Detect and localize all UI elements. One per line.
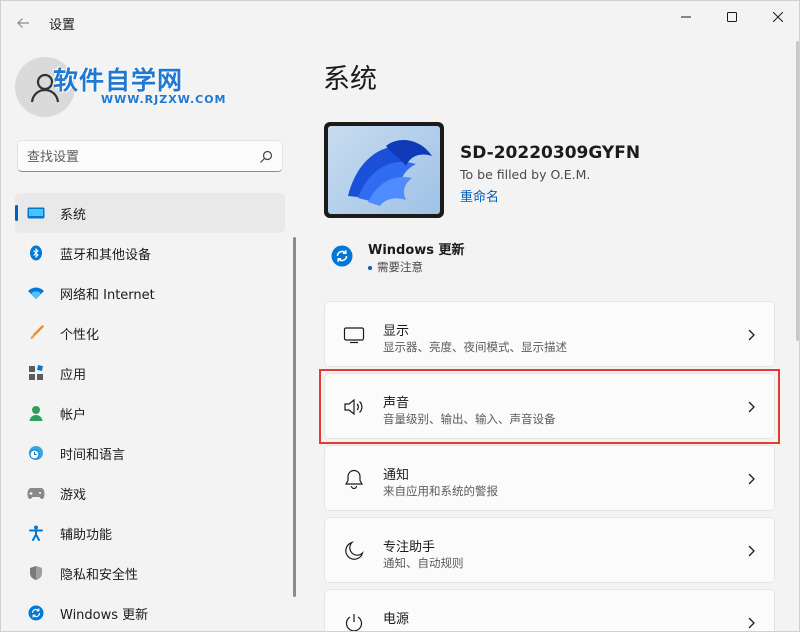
card-description: 通知、自动规则 [383, 556, 464, 570]
person-icon [27, 405, 45, 421]
card-description: 音量级别、输出、输入、声音设备 [383, 412, 556, 426]
window-title: 设置 [49, 18, 76, 33]
card-description: 来自应用和系统的警报 [383, 484, 498, 498]
clock-globe-icon [27, 445, 45, 461]
sidebar-item-label: 蓝牙和其他设备 [60, 247, 152, 263]
sidebar-item-label: 游戏 [60, 487, 87, 503]
moon-icon [345, 541, 364, 560]
card-title: 显示 [383, 324, 410, 339]
gamepad-icon [27, 485, 45, 501]
rename-link[interactable]: 重命名 [460, 186, 499, 205]
search-input[interactable] [27, 147, 247, 167]
sidebar-item-label: 时间和语言 [60, 447, 126, 463]
update-status: 需要注意 [368, 259, 423, 275]
sidebar-item-label: Windows 更新 [60, 607, 149, 623]
wifi-icon [27, 285, 45, 301]
device-thumbnail [324, 122, 444, 218]
watermark-logo-url: WWW.RJZXW.COM [101, 93, 227, 106]
sidebar-item-accessibility[interactable]: 辅助功能 [15, 513, 285, 553]
chevron-right-icon [748, 545, 755, 557]
monitor-icon [27, 205, 45, 221]
device-name: SD-20220309GYFN [460, 143, 641, 163]
card-notifications[interactable]: 通知 来自应用和系统的警报 [324, 445, 775, 511]
sidebar-nav: 系统 蓝牙和其他设备 网络和 Internet 个性化 应用 帐户 时间和语言 … [15, 193, 285, 631]
shield-icon [27, 565, 45, 581]
minimize-button[interactable] [663, 1, 709, 33]
brush-icon [27, 325, 45, 341]
card-power[interactable]: 电源 [324, 589, 775, 631]
card-focus-assist[interactable]: 专注助手 通知、自动规则 [324, 517, 775, 583]
card-title: 专注助手 [383, 540, 436, 555]
card-sound[interactable]: 声音 音量级别、输出、输入、声音设备 [324, 373, 775, 439]
close-button[interactable] [755, 1, 799, 33]
apps-icon [27, 365, 45, 381]
card-title: 声音 [383, 396, 410, 411]
update-icon [27, 605, 45, 621]
windows-update-status[interactable]: Windows 更新 需要注意 [331, 237, 631, 277]
wallpaper-image [328, 126, 440, 214]
sidebar-item-apps[interactable]: 应用 [15, 353, 285, 393]
sidebar-item-label: 隐私和安全性 [60, 567, 139, 583]
sidebar-item-network[interactable]: 网络和 Internet [15, 273, 285, 313]
sidebar-item-label: 应用 [60, 367, 87, 383]
watermark-logo-text: 软件自学网 [53, 66, 184, 95]
sidebar-item-label: 帐户 [60, 407, 87, 423]
sidebar-item-time-language[interactable]: 时间和语言 [15, 433, 285, 473]
page-title: 系统 [323, 64, 377, 95]
card-title: 电源 [383, 612, 410, 627]
sidebar-scrollbar[interactable] [293, 237, 296, 597]
device-model: To be filled by O.E.M. [460, 167, 591, 182]
sidebar-item-label: 系统 [60, 207, 87, 223]
minimize-icon [681, 16, 691, 18]
title-bar: 设置 [1, 1, 799, 41]
sidebar-item-personalization[interactable]: 个性化 [15, 313, 285, 353]
chevron-right-icon [748, 329, 755, 341]
card-display[interactable]: 显示 显示器、亮度、夜间模式、显示描述 [324, 301, 775, 367]
sidebar-item-privacy[interactable]: 隐私和安全性 [15, 553, 285, 593]
sidebar-item-bluetooth[interactable]: 蓝牙和其他设备 [15, 233, 285, 273]
search-box[interactable] [17, 140, 283, 172]
chevron-right-icon [748, 473, 755, 485]
display-icon [343, 327, 365, 344]
power-icon [345, 614, 363, 631]
search-icon[interactable] [258, 149, 274, 165]
card-title: 通知 [383, 468, 410, 483]
chevron-right-icon [748, 617, 755, 629]
bell-icon [344, 469, 364, 490]
sidebar-item-label: 网络和 Internet [60, 287, 155, 303]
maximize-button[interactable] [709, 1, 755, 33]
sidebar-item-label: 个性化 [60, 327, 100, 343]
back-button[interactable] [11, 11, 35, 35]
sidebar-item-accounts[interactable]: 帐户 [15, 393, 285, 433]
arrow-left-icon [17, 18, 29, 28]
account-area[interactable]: 软件自学网 WWW.RJZXW.COM [15, 57, 285, 117]
bluetooth-icon [27, 245, 45, 261]
sidebar-item-gaming[interactable]: 游戏 [15, 473, 285, 513]
card-description: 显示器、亮度、夜间模式、显示描述 [383, 340, 567, 354]
sidebar-item-system[interactable]: 系统 [15, 193, 285, 233]
accessibility-icon [27, 525, 45, 541]
sidebar-item-label: 辅助功能 [60, 527, 113, 543]
main-scrollbar[interactable] [796, 41, 799, 341]
maximize-icon [727, 12, 737, 22]
update-status-text: 需要注意 [377, 260, 423, 274]
update-title: Windows 更新 [368, 243, 465, 258]
settings-window: 设置 软件自学网 WWW.RJZXW.COM 系统 [0, 0, 800, 632]
status-dot [368, 265, 372, 270]
speaker-icon [344, 398, 363, 416]
sidebar-item-windows-update[interactable]: Windows 更新 [15, 593, 285, 631]
chevron-right-icon [748, 401, 755, 413]
close-icon [773, 12, 783, 22]
update-icon [331, 245, 353, 267]
